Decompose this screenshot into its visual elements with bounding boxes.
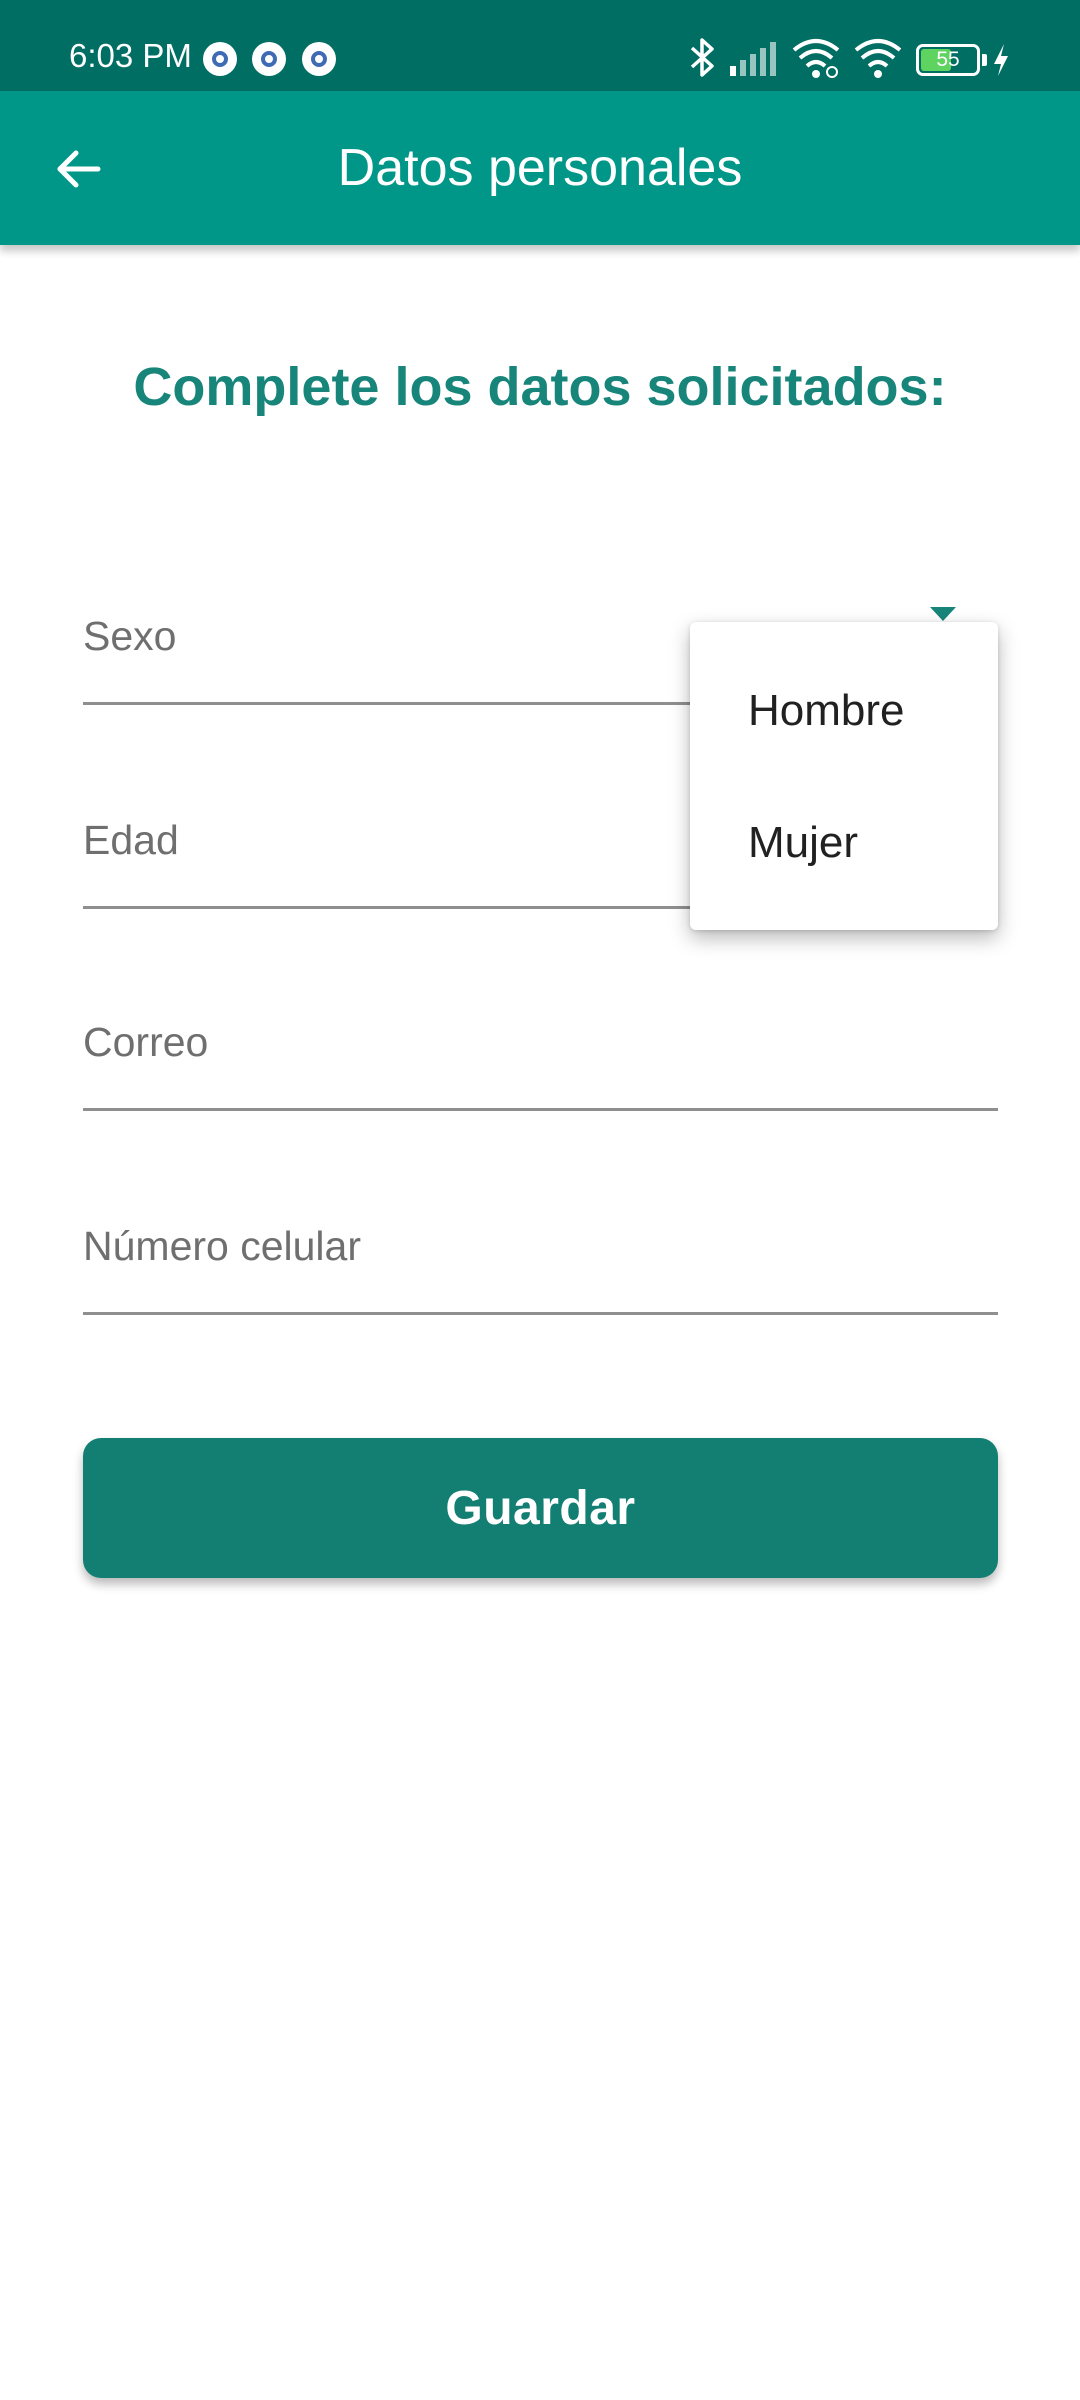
wifi-icon [854,39,902,78]
correo-label: Correo [83,1019,209,1065]
app-notification-icon [203,42,237,76]
page-title: Datos personales [337,139,743,197]
edad-label: Edad [83,817,179,863]
dropdown-option-hombre[interactable]: Hombre [748,684,905,738]
battery-level: 55 [936,48,960,71]
app-notification-icon [302,42,336,76]
app-notification-icon [252,42,286,76]
app-bar: Datos personales [0,91,1080,245]
celular-field[interactable]: Número celular [83,1191,998,1315]
wifi-icon [792,39,840,78]
battery-icon: 55 [916,44,980,76]
status-bar: 6:03 PM 55 [0,0,1080,91]
status-time: 6:03 PM [69,37,192,74]
celular-label: Número celular [83,1223,361,1269]
dropdown-option-mujer[interactable]: Mujer [748,816,858,870]
bluetooth-icon [690,38,714,77]
signal-icon [730,42,776,76]
form-heading: Complete los datos solicitados: [133,357,947,417]
sexo-label: Sexo [83,613,177,659]
charging-icon [994,44,1008,76]
save-button[interactable]: Guardar [83,1438,998,1578]
sexo-dropdown-menu: Hombre Mujer [690,622,998,930]
correo-field[interactable]: Correo [83,987,998,1111]
